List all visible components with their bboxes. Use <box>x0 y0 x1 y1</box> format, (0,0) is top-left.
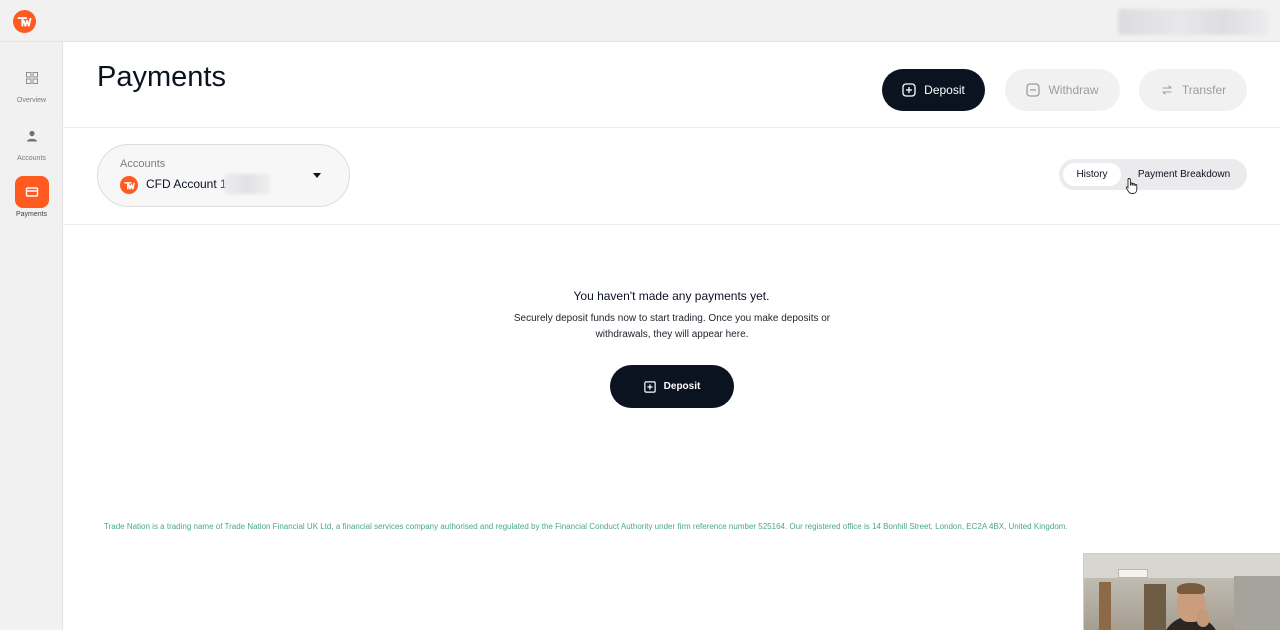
sidebar-item-label: Overview <box>16 97 47 104</box>
profile-menu-blurred[interactable] <box>1118 9 1268 35</box>
sidebar: Overview Accounts Payments <box>0 42 63 630</box>
card-icon <box>14 176 49 208</box>
view-toggle: History Payment Breakdown <box>1059 159 1247 190</box>
toggle-history[interactable]: History <box>1063 163 1121 186</box>
transfer-button[interactable]: Transfer <box>1139 69 1247 111</box>
user-icon <box>15 120 49 152</box>
sidebar-item-overview[interactable]: Overview <box>0 62 63 104</box>
account-select-label: Accounts <box>120 158 166 170</box>
sidebar-item-accounts[interactable]: Accounts <box>0 120 63 162</box>
deposit-button-label: Deposit <box>924 83 965 97</box>
transfer-arrows-icon <box>1162 85 1172 95</box>
grid-icon <box>15 62 49 94</box>
account-select[interactable]: Accounts CFD Account 1 <box>97 144 350 207</box>
deposit-button[interactable]: Deposit <box>882 69 985 111</box>
trade-nation-logo-icon[interactable] <box>13 10 36 33</box>
sidebar-item-label: Accounts <box>17 155 46 162</box>
filters-bar: Accounts CFD Account 1 History Payment B… <box>63 128 1280 225</box>
page-title: Payments <box>97 61 226 93</box>
plus-square-icon <box>643 380 656 393</box>
trade-nation-logo-icon <box>120 176 138 194</box>
deposit-cta-button[interactable]: Deposit <box>610 365 734 408</box>
account-select-value: CFD Account 1 <box>146 177 227 191</box>
transfer-button-label: Transfer <box>1181 83 1227 97</box>
empty-state-body: Securely deposit funds now to start trad… <box>513 313 831 340</box>
caret-down-icon <box>313 173 321 178</box>
webcam-overlay <box>1083 553 1280 630</box>
sidebar-item-payments[interactable]: Payments <box>0 176 63 218</box>
empty-state-title: You haven't made any payments yet. <box>573 289 770 303</box>
legal-disclaimer: Trade Nation is a trading name of Trade … <box>104 522 1068 531</box>
account-number-blurred <box>224 174 270 194</box>
pointer-cursor-icon <box>1125 178 1138 194</box>
plus-square-icon <box>902 83 916 97</box>
toggle-payment-breakdown[interactable]: Payment Breakdown <box>1125 163 1243 186</box>
page-header: Payments Deposit Withdraw Transfer <box>63 42 1280 128</box>
withdraw-button-label: Withdraw <box>1048 83 1099 97</box>
top-bar <box>0 0 1280 42</box>
empty-state: You haven't made any payments yet. Secur… <box>63 225 1280 445</box>
sidebar-item-label: Payments <box>15 211 48 218</box>
minus-square-icon <box>1026 83 1041 97</box>
deposit-cta-label: Deposit <box>663 381 701 392</box>
withdraw-button[interactable]: Withdraw <box>1005 69 1120 111</box>
